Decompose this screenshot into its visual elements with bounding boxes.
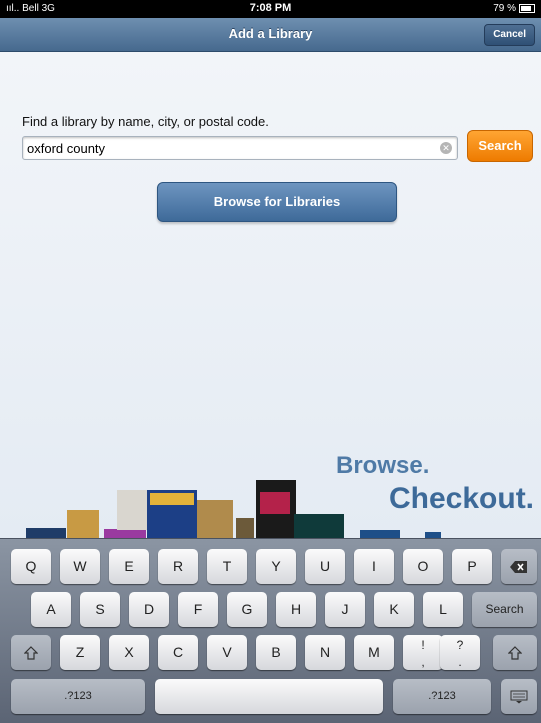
key-r[interactable]: R bbox=[158, 549, 198, 584]
search-key[interactable]: Search bbox=[472, 592, 537, 627]
key-y[interactable]: Y bbox=[256, 549, 296, 584]
key-z[interactable]: Z bbox=[60, 635, 100, 670]
page-title: Add a Library bbox=[228, 26, 313, 41]
key-u[interactable]: U bbox=[305, 549, 345, 584]
battery-indicator: 79 % bbox=[493, 3, 535, 14]
key-b[interactable]: B bbox=[256, 635, 296, 670]
key-exclaim-label: ! bbox=[421, 638, 425, 652]
key-g[interactable]: G bbox=[227, 592, 267, 627]
keyboard-icon bbox=[510, 690, 528, 704]
key-l[interactable]: L bbox=[423, 592, 463, 627]
key-question-period[interactable]: ? . bbox=[440, 635, 480, 670]
key-v[interactable]: V bbox=[207, 635, 247, 670]
space-key[interactable] bbox=[155, 679, 383, 714]
shift-icon bbox=[507, 646, 523, 660]
status-bar: ııl.. Bell 3G 7:08 PM 79 % bbox=[0, 0, 541, 18]
hide-keyboard-key[interactable] bbox=[501, 679, 537, 714]
key-x[interactable]: X bbox=[109, 635, 149, 670]
key-m[interactable]: M bbox=[354, 635, 394, 670]
shift-key-right[interactable] bbox=[493, 635, 537, 670]
key-comma-label: , bbox=[421, 655, 425, 669]
key-p[interactable]: P bbox=[452, 549, 492, 584]
key-a[interactable]: A bbox=[31, 592, 71, 627]
promo-browse-text: Browse. bbox=[336, 452, 430, 479]
key-o[interactable]: O bbox=[403, 549, 443, 584]
key-f[interactable]: F bbox=[178, 592, 218, 627]
key-period-label: . bbox=[458, 655, 462, 669]
onscreen-keyboard: Q W E R T Y U I O P A S D F G H J K L Se… bbox=[0, 538, 541, 723]
battery-percent: 79 % bbox=[493, 3, 516, 14]
key-e[interactable]: E bbox=[109, 549, 149, 584]
battery-icon bbox=[519, 4, 535, 13]
key-exclaim-comma[interactable]: ! , bbox=[403, 635, 443, 670]
numbers-key-left[interactable]: .?123 bbox=[11, 679, 145, 714]
key-s[interactable]: S bbox=[80, 592, 120, 627]
key-t[interactable]: T bbox=[207, 549, 247, 584]
main-content: Find a library by name, city, or postal … bbox=[0, 52, 541, 538]
numbers-key-right[interactable]: .?123 bbox=[393, 679, 491, 714]
shift-key-left[interactable] bbox=[11, 635, 51, 670]
key-c[interactable]: C bbox=[158, 635, 198, 670]
shift-icon bbox=[23, 646, 39, 660]
key-i[interactable]: I bbox=[354, 549, 394, 584]
clock: 7:08 PM bbox=[249, 2, 292, 14]
key-n[interactable]: N bbox=[305, 635, 345, 670]
key-q[interactable]: Q bbox=[11, 549, 51, 584]
book-covers-image bbox=[26, 480, 441, 538]
key-k[interactable]: K bbox=[374, 592, 414, 627]
backspace-key[interactable] bbox=[501, 549, 537, 584]
promo-checkout-text: Checkout. bbox=[389, 482, 535, 515]
key-d[interactable]: D bbox=[129, 592, 169, 627]
navigation-bar: Add a Library Cancel bbox=[0, 18, 541, 52]
cancel-button[interactable]: Cancel bbox=[484, 24, 535, 46]
key-h[interactable]: H bbox=[276, 592, 316, 627]
key-j[interactable]: J bbox=[325, 592, 365, 627]
backspace-icon bbox=[510, 561, 527, 574]
key-w[interactable]: W bbox=[60, 549, 100, 584]
key-question-label: ? bbox=[456, 638, 464, 652]
